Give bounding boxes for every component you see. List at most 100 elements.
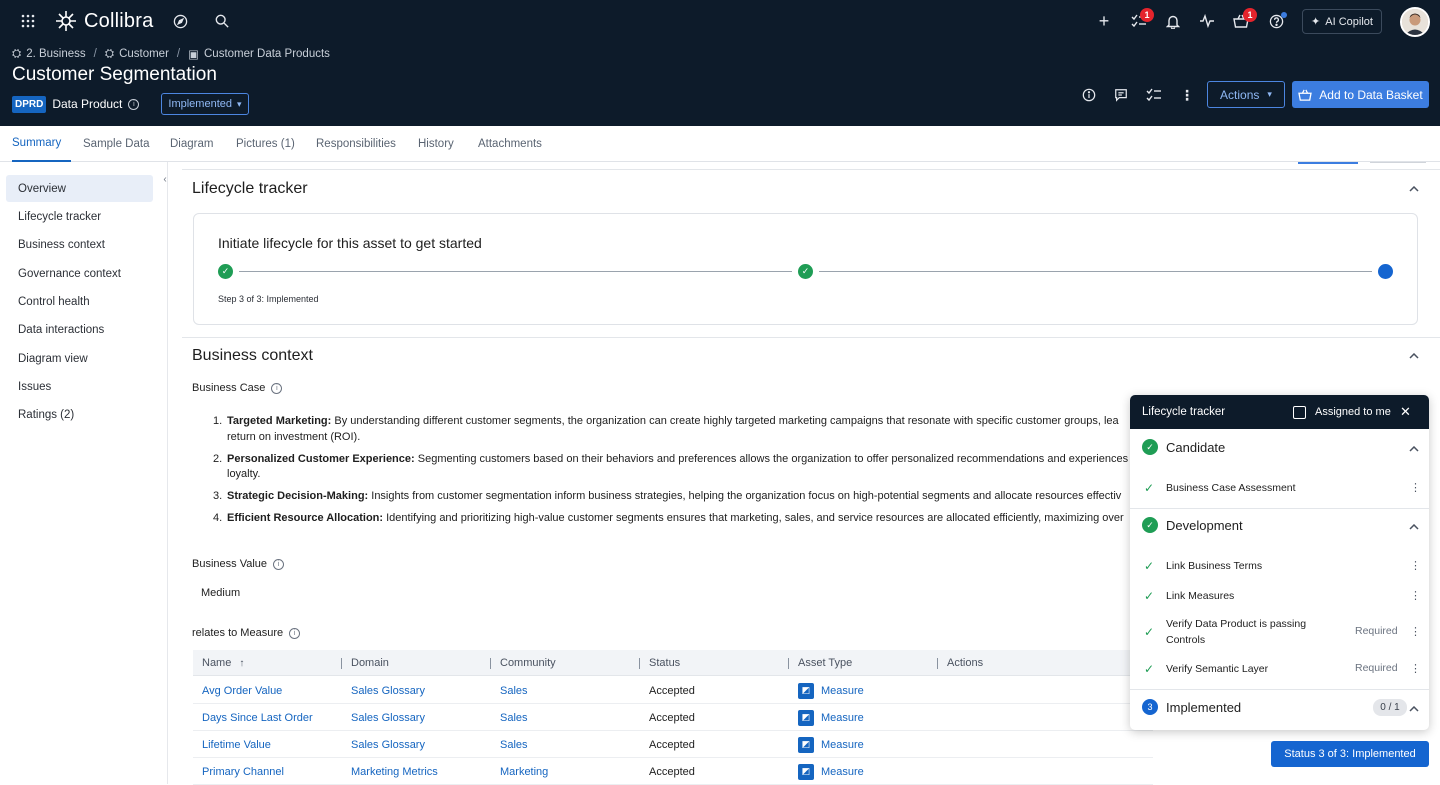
task-item[interactable]: ✓ Verify Semantic Layer Required ⋮ xyxy=(1130,662,1429,678)
lifecycle-status-button[interactable]: Status 3 of 3: Implemented xyxy=(1271,741,1429,767)
basket-badge: 1 xyxy=(1243,8,1257,22)
user-avatar[interactable] xyxy=(1400,7,1430,37)
add-to-data-basket-button[interactable]: Add to Data Basket xyxy=(1292,81,1429,108)
community-link[interactable]: Sales xyxy=(500,731,528,758)
column-resize-handle[interactable] xyxy=(341,658,342,669)
assigned-to-me-checkbox[interactable] xyxy=(1293,406,1306,419)
more-vertical-icon[interactable]: ⋮ xyxy=(1410,625,1421,638)
status-dropdown[interactable]: Implemented ▾ xyxy=(161,93,249,115)
breadcrumb-item[interactable]: Customer xyxy=(119,48,169,60)
tab-diagram[interactable]: Diagram xyxy=(170,126,213,162)
nav-overview[interactable]: Overview xyxy=(6,175,153,202)
stage-implemented[interactable]: 3 Implemented 0 / 1 xyxy=(1130,699,1429,719)
stage-candidate[interactable]: ✓ Candidate xyxy=(1130,439,1429,459)
column-header-community[interactable]: Community xyxy=(500,650,556,676)
brand-logo[interactable]: Collibra xyxy=(54,9,153,33)
lifecycle-tracker-heading: Lifecycle tracker xyxy=(192,180,308,197)
column-header-status[interactable]: Status xyxy=(649,650,680,676)
measure-name-link[interactable]: Avg Order Value xyxy=(202,677,282,704)
nav-issues[interactable]: Issues xyxy=(6,373,153,400)
more-vertical-icon[interactable]: ⋮ xyxy=(1410,589,1421,602)
section-divider xyxy=(182,169,1440,170)
measure-name-link[interactable]: Lifetime Value xyxy=(202,731,271,758)
nav-ratings[interactable]: Ratings (2) xyxy=(6,401,153,428)
task-item[interactable]: ✓ Business Case Assessment ⋮ xyxy=(1130,481,1429,497)
community-link[interactable]: Sales xyxy=(500,677,528,704)
column-header-label: Name xyxy=(202,657,232,669)
required-label: Required xyxy=(1355,625,1398,637)
close-icon[interactable]: ✕ xyxy=(1400,404,1411,420)
tab-sample-data[interactable]: Sample Data xyxy=(83,126,149,162)
nav-business-context[interactable]: Business context xyxy=(6,231,153,258)
breadcrumb-separator: / xyxy=(176,48,181,60)
asset-type-cell[interactable]: ◩ Measure xyxy=(798,758,864,785)
breadcrumb-item[interactable]: 2. Business xyxy=(26,48,85,60)
stage-development[interactable]: ✓ Development xyxy=(1130,517,1429,537)
column-resize-handle[interactable] xyxy=(639,658,640,669)
column-resize-handle[interactable] xyxy=(937,658,938,669)
task-item[interactable]: ✓ Link Business Terms ⋮ xyxy=(1130,559,1429,575)
chevron-up-icon[interactable] xyxy=(1407,702,1421,716)
stage-divider xyxy=(1130,689,1429,690)
domain-link[interactable]: Sales Glossary xyxy=(351,677,425,704)
domain-link[interactable]: Sales Glossary xyxy=(351,731,425,758)
community-link[interactable]: Marketing xyxy=(500,758,548,785)
checklist-icon[interactable] xyxy=(1146,87,1162,103)
measure-name-link[interactable]: Days Since Last Order xyxy=(202,704,313,731)
nav-lifecycle-tracker[interactable]: Lifecycle tracker xyxy=(6,203,153,230)
more-vertical-icon[interactable]: ⋮ xyxy=(1410,481,1421,494)
bell-icon[interactable] xyxy=(1165,13,1181,29)
column-header-asset-type[interactable]: Asset Type xyxy=(798,650,852,676)
search-icon[interactable] xyxy=(214,13,230,29)
asset-type-cell[interactable]: ◩ Measure xyxy=(798,731,864,758)
domain-link[interactable]: Marketing Metrics xyxy=(351,758,438,785)
tab-history[interactable]: History xyxy=(418,126,454,162)
nav-data-interactions[interactable]: Data interactions xyxy=(6,316,153,343)
tab-pictures[interactable]: Pictures (1) xyxy=(236,126,295,162)
chevron-up-icon[interactable] xyxy=(1407,442,1421,456)
asset-type-cell[interactable]: ◩ Measure xyxy=(798,677,864,704)
plus-icon[interactable]: + xyxy=(1096,11,1112,31)
more-vertical-icon[interactable]: ⋮ xyxy=(1410,559,1421,572)
more-vertical-icon[interactable]: ⋮ xyxy=(1179,87,1195,103)
breadcrumb-item[interactable]: Customer Data Products xyxy=(204,48,330,60)
column-resize-handle[interactable] xyxy=(788,658,789,669)
info-circle-icon[interactable] xyxy=(1081,87,1097,103)
info-icon[interactable]: i xyxy=(271,382,283,394)
column-header-name[interactable]: Name ↑ xyxy=(202,650,244,676)
task-item[interactable]: ✓ Link Measures ⋮ xyxy=(1130,589,1429,605)
page-title: Customer Segmentation xyxy=(12,64,217,85)
ai-copilot-button[interactable]: ✦ AI Copilot xyxy=(1302,9,1382,34)
nav-governance-context[interactable]: Governance context xyxy=(6,260,153,287)
tab-summary[interactable]: Summary xyxy=(12,126,71,162)
list-item: 3. Strategic Decision-Making: Insights f… xyxy=(213,489,1177,505)
tab-attachments[interactable]: Attachments xyxy=(478,126,542,162)
measure-name-link[interactable]: Primary Channel xyxy=(202,758,284,785)
column-resize-handle[interactable] xyxy=(490,658,491,669)
community-link[interactable]: Sales xyxy=(500,704,528,731)
app-grid-icon[interactable] xyxy=(20,13,36,29)
step-connector xyxy=(239,271,792,272)
task-item[interactable]: ✓ Verify Data Product is passing Control… xyxy=(1130,617,1429,649)
nav-diagram-view[interactable]: Diagram view xyxy=(6,345,153,372)
tab-responsibilities[interactable]: Responsibilities xyxy=(316,126,396,162)
chevron-up-icon[interactable] xyxy=(1407,520,1421,534)
column-header-domain[interactable]: Domain xyxy=(351,650,389,676)
activity-icon[interactable] xyxy=(1199,13,1215,29)
chevron-up-icon[interactable] xyxy=(1407,182,1421,196)
more-vertical-icon[interactable]: ⋮ xyxy=(1410,662,1421,675)
asset-type-cell[interactable]: ◩ Measure xyxy=(798,704,864,731)
compass-icon[interactable] xyxy=(172,13,188,29)
info-icon[interactable]: i xyxy=(273,558,285,570)
nav-control-health[interactable]: Control health xyxy=(6,288,153,315)
actions-button[interactable]: Actions ▾ xyxy=(1207,81,1285,108)
domain-link[interactable]: Sales Glossary xyxy=(351,704,425,731)
chevron-up-icon[interactable] xyxy=(1407,349,1421,363)
comment-icon[interactable] xyxy=(1113,87,1129,103)
chevron-down-icon: ▾ xyxy=(236,98,242,109)
business-case-label-text: Business Case xyxy=(192,382,266,394)
info-icon[interactable]: i xyxy=(289,627,301,639)
task-label: Link Measures xyxy=(1166,590,1235,602)
info-icon[interactable]: i xyxy=(128,98,140,110)
asset-type-row: DPRD Data Product i Implemented ▾ xyxy=(12,93,249,115)
